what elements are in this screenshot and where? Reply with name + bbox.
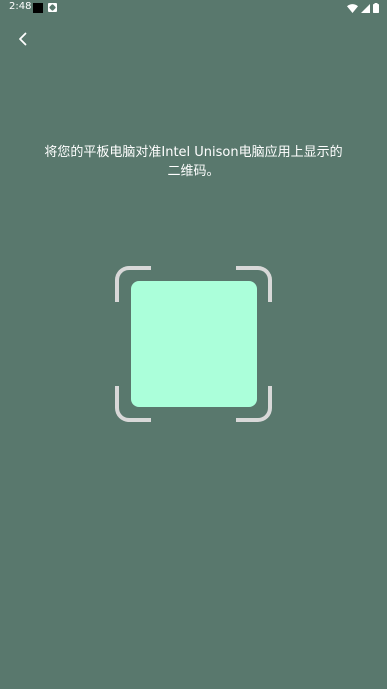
qr-scan-screen: 2:48 将您的平板电脑对准Intel Unison电脑应用上显示的二维码。	[0, 0, 387, 689]
notification-square-icon	[33, 3, 43, 13]
cell-signal-icon	[361, 3, 370, 13]
system-status-icons	[347, 2, 379, 14]
scan-instruction-text: 将您的平板电脑对准Intel Unison电脑应用上显示的二维码。	[44, 145, 343, 179]
qr-scan-frame	[115, 266, 272, 422]
battery-icon	[373, 3, 379, 13]
back-button[interactable]	[12, 28, 34, 50]
qr-code-placeholder	[131, 281, 257, 407]
status-bar: 2:48	[0, 0, 387, 16]
wifi-icon	[347, 3, 358, 13]
chevron-left-icon	[19, 32, 27, 46]
app-notification-icon	[48, 3, 57, 12]
status-time: 2:48	[9, 1, 32, 12]
